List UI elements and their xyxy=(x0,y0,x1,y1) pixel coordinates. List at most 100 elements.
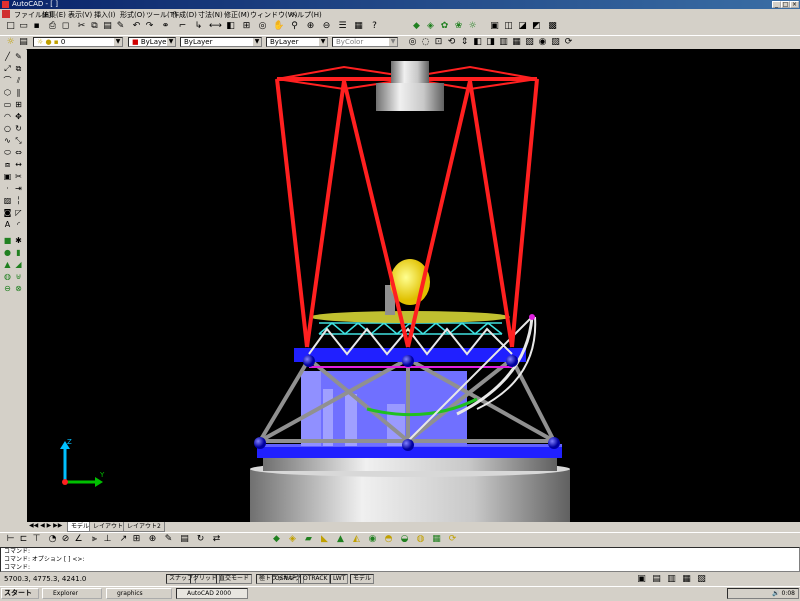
shade-gouraud-icon[interactable]: ◈ xyxy=(424,20,437,33)
app-icon[interactable] xyxy=(2,1,9,8)
scene-icon[interactable]: ❀ xyxy=(452,20,465,33)
copy-object-icon[interactable]: ⧉ xyxy=(13,63,24,74)
render-icon[interactable]: ✿ xyxy=(438,20,451,33)
swivel-icon[interactable]: ⟲ xyxy=(445,36,458,49)
hyperlink-icon[interactable]: ⚭ xyxy=(159,20,172,33)
ellipse-icon[interactable]: ⬭ xyxy=(2,147,13,158)
sphere-icon[interactable]: ● xyxy=(2,247,13,258)
menu-view[interactable]: 表示(V) xyxy=(68,10,92,20)
dim-update-icon[interactable]: ↻ xyxy=(194,533,207,546)
properties-icon[interactable]: ☰ xyxy=(336,20,349,33)
menu-draw[interactable]: 作成(D) xyxy=(172,10,197,20)
orbit-icon[interactable]: ◎ xyxy=(406,36,419,49)
tracking-icon[interactable]: ⌐ xyxy=(176,20,189,33)
break-icon[interactable]: ╎ xyxy=(13,195,24,206)
ortho-toggle[interactable]: 直交モード xyxy=(216,574,253,584)
redraw-icon[interactable]: ◧ xyxy=(224,20,237,33)
polygon-icon[interactable]: ⬡ xyxy=(2,87,13,98)
task-graphics[interactable]: graphics xyxy=(106,588,172,599)
intersect-icon[interactable]: ⊗ xyxy=(13,283,24,294)
erase-icon[interactable]: ✎ xyxy=(13,51,24,62)
menu-help[interactable]: ヘルプ(H) xyxy=(290,10,322,20)
tray-icon-4[interactable]: ▦ xyxy=(680,573,693,586)
tab-scroll-arrows-icon[interactable]: ◀◀ ◀ ▶ ▶▶ xyxy=(29,522,62,529)
tray-icon-3[interactable]: ▥ xyxy=(665,573,678,586)
wedge-surface-icon[interactable]: ◣ xyxy=(318,533,331,546)
close-button[interactable]: × xyxy=(790,1,799,8)
zoom-realtime-icon[interactable]: ⚲ xyxy=(288,20,301,33)
cylinder-icon[interactable]: ▮ xyxy=(13,247,24,258)
continuous-orbit-icon[interactable]: ◌ xyxy=(419,36,432,49)
color-dropdown[interactable]: ■ ByLayer ▼ xyxy=(128,37,176,47)
layer-dropdown[interactable]: ☼ ● ▪ 0 ▼ xyxy=(33,37,123,47)
extend-icon[interactable]: ⇥ xyxy=(13,183,24,194)
aligned-dim-icon[interactable]: ⊏ xyxy=(17,533,30,546)
lengthen-icon[interactable]: ↔ xyxy=(13,159,24,170)
region-draw-icon[interactable]: ◙ xyxy=(2,207,13,218)
osnap-toggle[interactable]: OSNAP xyxy=(272,574,299,584)
array-icon[interactable]: ⊞ xyxy=(13,99,24,110)
open-icon[interactable]: ▭ xyxy=(17,20,30,33)
offset-icon[interactable]: ∥ xyxy=(13,87,24,98)
minimize-button[interactable]: _ xyxy=(772,1,781,8)
model-toggle[interactable]: モデル xyxy=(350,574,375,584)
cut-icon[interactable]: ✂ xyxy=(75,20,88,33)
wedge-icon[interactable]: ◢ xyxy=(13,259,24,270)
front-clip-icon[interactable]: ◨ xyxy=(484,36,497,49)
design-center-icon[interactable]: ▦ xyxy=(352,20,365,33)
tab-layout2[interactable]: レイアウト2 xyxy=(123,522,165,532)
drawing-viewport[interactable]: Z Y xyxy=(27,49,800,522)
torus-surface-icon[interactable]: ◍ xyxy=(414,533,427,546)
make-layer-current-icon[interactable]: ☼ xyxy=(4,36,17,49)
adjust-distance-icon[interactable]: ⇕ xyxy=(458,36,471,49)
help-icon[interactable]: ? xyxy=(368,20,381,33)
center-mark-icon[interactable]: ⊕ xyxy=(146,533,159,546)
zoom-window-icon[interactable]: ⊕ xyxy=(304,20,317,33)
revolve-icon[interactable]: ⟳ xyxy=(562,36,575,49)
arc-icon[interactable]: ◠ xyxy=(2,111,13,122)
angular-dim-icon[interactable]: ∠ xyxy=(72,533,85,546)
stretch-icon[interactable]: ⇔ xyxy=(13,147,24,158)
sphere-surface-icon[interactable]: ◉ xyxy=(366,533,379,546)
scale-icon[interactable]: ⤡ xyxy=(13,135,24,146)
document-icon[interactable] xyxy=(2,10,10,18)
command-line[interactable]: コマンド: コマンド: オプション [ ] <>: コマンド: xyxy=(0,547,800,572)
menu-modify[interactable]: 修正(M) xyxy=(224,10,250,20)
3d-orbit-icon[interactable]: ◎ xyxy=(256,20,269,33)
radius-dim-icon[interactable]: ◔ xyxy=(46,533,59,546)
menu-insert[interactable]: 挿入(I) xyxy=(94,10,116,20)
dim-edit-icon[interactable]: ✎ xyxy=(162,533,175,546)
spline-icon[interactable]: ∿ xyxy=(2,135,13,146)
surface-icon[interactable]: ▧ xyxy=(523,36,536,49)
zoom-previous-icon[interactable]: ⊖ xyxy=(320,20,333,33)
linear-dim-icon[interactable]: ⊢ xyxy=(4,533,17,546)
box-surface-icon[interactable]: ▰ xyxy=(302,533,315,546)
rectangle-icon[interactable]: ▭ xyxy=(2,99,13,110)
construction-line-icon[interactable]: ⤢ xyxy=(2,63,13,74)
region-icon[interactable]: ◉ xyxy=(536,36,549,49)
paste-icon[interactable]: ▤ xyxy=(101,20,114,33)
surface-2d-icon[interactable]: ◆ xyxy=(270,533,283,546)
solid-icon[interactable]: ▦ xyxy=(510,36,523,49)
chamfer-icon[interactable]: ◸ xyxy=(13,207,24,218)
new-icon[interactable]: □ xyxy=(4,20,17,33)
view-top-icon[interactable]: ▣ xyxy=(488,20,501,33)
tray-icon-1[interactable]: ▣ xyxy=(635,573,648,586)
match-properties-icon[interactable]: ✎ xyxy=(114,20,127,33)
line-icon[interactable]: ╱ xyxy=(2,51,13,62)
view-side-icon[interactable]: ◪ xyxy=(516,20,529,33)
ucs-icon[interactable]: ↳ xyxy=(192,20,205,33)
undo-icon[interactable]: ↶ xyxy=(130,20,143,33)
otrack-toggle[interactable]: OTRACK xyxy=(300,574,331,584)
fillet-icon[interactable]: ◜ xyxy=(13,219,24,230)
shade-flat-icon[interactable]: ◆ xyxy=(410,20,423,33)
pyramid-icon[interactable]: ▲ xyxy=(334,533,347,546)
view-iso-icon[interactable]: ◩ xyxy=(530,20,543,33)
quick-dim-icon[interactable]: ⫸ xyxy=(88,533,101,546)
move-icon[interactable]: ✥ xyxy=(13,111,24,122)
ordinate-dim-icon[interactable]: ⊤ xyxy=(30,533,43,546)
rotate-icon[interactable]: ↻ xyxy=(13,123,24,134)
union-icon[interactable]: ⊎ xyxy=(13,271,24,282)
copy-icon[interactable]: ⧉ xyxy=(88,20,101,33)
baseline-dim-icon[interactable]: ⊥ xyxy=(101,533,114,546)
